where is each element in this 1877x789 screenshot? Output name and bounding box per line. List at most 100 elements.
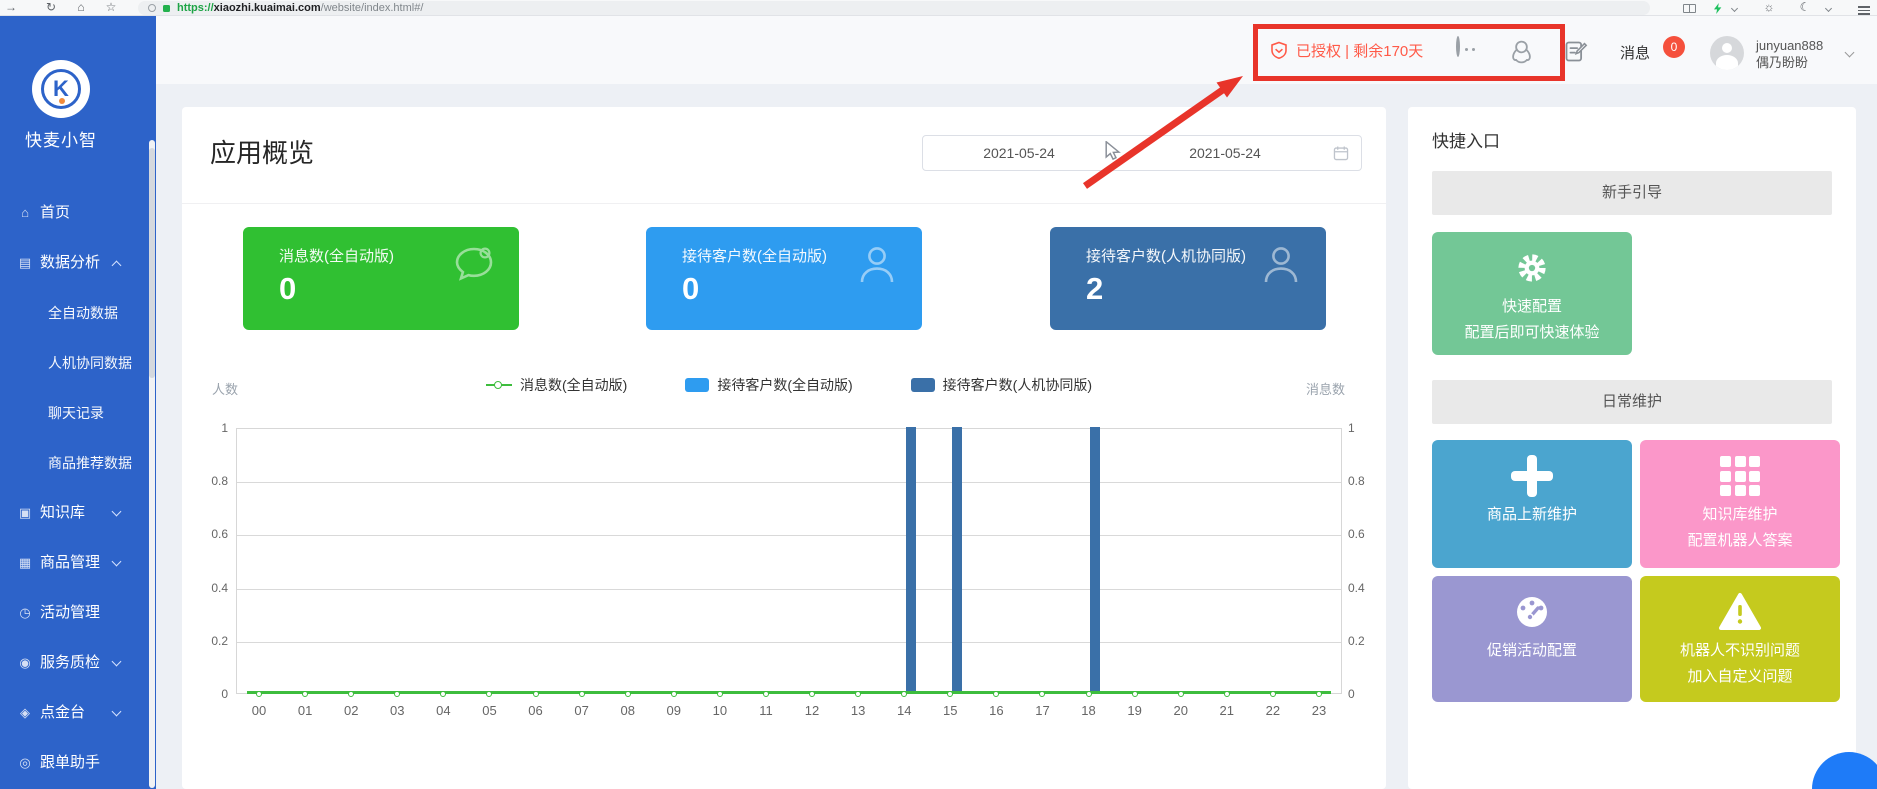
chart-plot-area: [236, 427, 1342, 697]
quick-config-tile[interactable]: 快速配置 配置后即可快速体验: [1432, 232, 1632, 355]
x-tick: 22: [1265, 703, 1281, 718]
line-marker: [809, 691, 816, 697]
sidebar-subitem-商品推荐数据[interactable]: 商品推荐数据: [0, 438, 156, 488]
sidebar-scrollbar-thumb[interactable]: [149, 148, 155, 378]
chart-legend: 消息数(全自动版) 接待客户数(全自动版) 接待客户数(人机协同版): [236, 375, 1342, 395]
y-tick-right: 0.8: [1348, 474, 1365, 489]
x-tick: 14: [896, 703, 912, 718]
sidebar-subitem-label: 商品推荐数据: [48, 455, 132, 471]
x-tick: 03: [390, 703, 405, 718]
x-tick: 16: [989, 703, 1004, 718]
maintenance-tile-4[interactable]: 机器人不识别问题 加入自定义问题: [1640, 576, 1840, 702]
extension-lightning-icon[interactable]: [1713, 3, 1722, 14]
tile-label: 促销活动配置: [1486, 642, 1577, 659]
legend-item[interactable]: 消息数(全自动版): [486, 375, 627, 395]
x-tick: 00: [251, 703, 267, 718]
line-marker: [394, 691, 401, 697]
quality-icon: ◉: [19, 655, 31, 670]
x-tick: 08: [620, 703, 635, 718]
stat-card-label: 接待客户数(人机协同版): [1086, 248, 1246, 265]
line-marker: [1085, 691, 1092, 697]
legend-item[interactable]: 接待客户数(人机协同版): [910, 375, 1092, 395]
maintenance-tile-3[interactable]: 促销活动配置: [1432, 576, 1632, 702]
x-tick: 21: [1219, 703, 1235, 718]
bar-接待客户数(人机协同版)-18: [1090, 427, 1101, 693]
legend-bar-swatch: [685, 378, 710, 392]
date-start-input[interactable]: 2021-05-24: [923, 145, 1115, 161]
legend-item[interactable]: 接待客户数(全自动版): [685, 375, 853, 395]
logo-k-icon: K: [41, 69, 81, 109]
chevron-down-icon: [111, 556, 122, 567]
stat-card-value: 0: [279, 271, 297, 306]
extension-chevron-icon[interactable]: [1730, 4, 1739, 13]
secure-icon: [163, 4, 170, 12]
quick-entry-panel: 快捷入口 新手引导 日常维护 快速配置 配置后即可快速体验 商品上新维护 知识库维护配…: [1408, 107, 1856, 789]
line-marker: [1177, 691, 1184, 697]
stat-card-1: 消息数(全自动版) 0: [243, 227, 519, 330]
refresh-icon[interactable]: ↻: [42, 0, 60, 16]
sidebar-item-跟单助手[interactable]: ◎ 跟单助手: [0, 738, 156, 788]
forward-icon[interactable]: →: [2, 0, 20, 16]
x-tick: 07: [574, 703, 589, 718]
sidebar-item-服务质检[interactable]: ◉ 服务质检: [0, 638, 156, 688]
sidebar-layout-icon[interactable]: [1683, 4, 1696, 13]
y-axis-label-left: 人数: [212, 382, 239, 397]
tile-label: 机器人不识别问题: [1679, 642, 1800, 659]
x-tick: 23: [1311, 703, 1327, 718]
x-tick: 15: [943, 703, 958, 718]
maintenance-tile-1[interactable]: 商品上新维护: [1432, 440, 1632, 568]
y-tick-left: 0.2: [211, 633, 228, 648]
browser-menu-icon[interactable]: [1858, 4, 1870, 15]
x-tick: 06: [528, 703, 543, 718]
newbie-guide-button[interactable]: 新手引导: [1432, 171, 1832, 215]
app-logo[interactable]: K: [32, 60, 90, 118]
chat-bubble-icon: [451, 243, 497, 292]
note-edit-icon[interactable]: [1562, 38, 1590, 66]
moon-theme-icon[interactable]: ☾: [1796, 0, 1814, 16]
x-tick: 04: [436, 703, 451, 718]
date-range-picker[interactable]: 2021-05-24 2021-05-24: [922, 135, 1362, 171]
warning-icon: [1640, 590, 1840, 634]
maintenance-tile-2[interactable]: 知识库维护 配置机器人答案: [1640, 440, 1840, 568]
address-bar[interactable]: https://xiaozhi.kuaimai.com/website/inde…: [138, 1, 1650, 15]
sidebar-item-label: 首页: [40, 204, 71, 221]
sidebar-item-商品管理[interactable]: ▦ 商品管理: [0, 538, 156, 588]
sidebar-subitem-人机协同数据[interactable]: 人机协同数据: [0, 338, 156, 388]
x-tick: 11: [759, 703, 773, 718]
sidebar-subitem-聊天记录[interactable]: 聊天记录: [0, 388, 156, 438]
line-marker: [440, 691, 447, 697]
sidebar-subitem-全自动数据[interactable]: 全自动数据: [0, 288, 156, 338]
sun-theme-icon[interactable]: ☼: [1760, 0, 1778, 16]
user-info[interactable]: junyuan888 偶乃盼盼: [1756, 37, 1823, 71]
gear-icon: [1432, 246, 1632, 290]
date-end-input[interactable]: 2021-05-24: [1129, 145, 1321, 161]
y-tick-left: 1: [221, 421, 228, 435]
sidebar-subitem-label: 聊天记录: [48, 405, 104, 421]
sidebar-item-label: 商品管理: [40, 554, 101, 571]
y-tick-right: 0.6: [1348, 527, 1365, 542]
home-icon[interactable]: ⌂: [72, 0, 90, 16]
goods-icon: ▦: [18, 555, 32, 570]
sidebar-subitem-label: 全自动数据: [48, 305, 118, 321]
annotation-red-box: [1253, 24, 1565, 81]
username: junyuan888: [1756, 38, 1824, 53]
line-marker: [302, 691, 309, 697]
line-marker: [624, 691, 631, 697]
sidebar-item-点金台[interactable]: ◈ 点金台: [0, 688, 156, 738]
calendar-icon[interactable]: [1321, 144, 1361, 162]
legend-label: 接待客户数(人机协同版): [942, 377, 1092, 393]
nickname: 偶乃盼盼: [1756, 55, 1809, 70]
x-tick: 13: [850, 703, 866, 718]
bar-接待客户数(人机协同版)-14: [905, 427, 916, 693]
sidebar-item-活动管理[interactable]: ◷ 活动管理: [0, 588, 156, 638]
y-tick-right: 0.4: [1348, 580, 1365, 595]
theme-chevron-icon[interactable]: [1824, 4, 1833, 13]
sidebar-item-首页[interactable]: ⌂ 首页: [0, 188, 156, 238]
sidebar-item-知识库[interactable]: ▣ 知识库: [0, 488, 156, 538]
url-text: https://xiaozhi.kuaimai.com/website/inde…: [177, 2, 424, 14]
sidebar-item-数据分析[interactable]: ▤ 数据分析: [0, 238, 156, 288]
messages-badge: 0: [1663, 36, 1685, 58]
avatar[interactable]: [1710, 36, 1744, 70]
bookmark-star-icon[interactable]: ☆: [102, 0, 120, 16]
messages-label[interactable]: 消息: [1620, 42, 1650, 63]
